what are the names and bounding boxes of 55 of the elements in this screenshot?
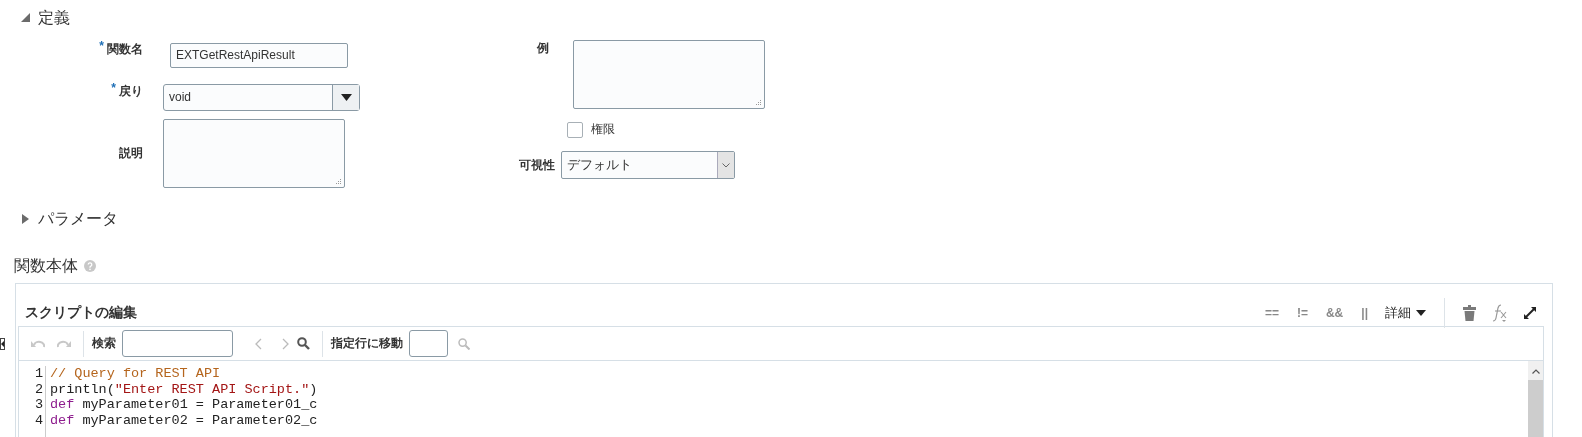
- previous-icon[interactable]: [255, 337, 262, 350]
- dropdown[interactable]: デフォルト: [561, 151, 735, 179]
- caret-icon: [1416, 310, 1426, 316]
- editor-title: スクリプトの編集: [25, 304, 137, 322]
- field-label: 可視性: [519, 157, 555, 172]
- help-icon[interactable]: [84, 260, 96, 272]
- splitter-handle-icon[interactable]: [0, 338, 5, 350]
- line-number: 2: [33, 381, 43, 397]
- checkbox-label: 権限: [591, 121, 615, 138]
- resize-grip-icon[interactable]: [333, 178, 342, 185]
- code-editor[interactable]: 1 2 3 4 // Query for REST API println("Enter REST API Script.") def myParameter01 = Parameter01_c def myParameter02 = Parameter02_c: [19, 361, 1543, 437]
- chevron-icon[interactable]: [722, 162, 730, 168]
- search-icon[interactable]: [297, 337, 310, 350]
- field-label: 戻り: [119, 84, 143, 98]
- collapse-icon[interactable]: [20, 12, 31, 24]
- field-label: 関数名: [107, 42, 143, 56]
- dropdown[interactable]: void: [163, 83, 360, 111]
- search-label: 検索: [92, 335, 116, 352]
- line-number: 1: [33, 366, 43, 382]
- scrollbar-thumb[interactable]: [1528, 380, 1543, 437]
- required-mark: *: [111, 81, 116, 95]
- text-area[interactable]: [163, 119, 345, 188]
- code-line: def myParameter02 = Parameter02_c: [50, 412, 319, 428]
- expand-icon[interactable]: [1524, 307, 1536, 319]
- line-number: 3: [33, 397, 43, 413]
- scroll-up-icon[interactable]: [1531, 369, 1540, 374]
- trash-icon[interactable]: [1463, 305, 1476, 321]
- section-title: 関数本体: [14, 255, 78, 276]
- line-number-field[interactable]: [409, 330, 448, 357]
- function-icon[interactable]: [1492, 304, 1508, 322]
- section-title[interactable]: パラメータ: [38, 208, 118, 230]
- field-label: 説明: [119, 146, 143, 160]
- operator-button[interactable]: ||: [1352, 306, 1377, 320]
- code-line: def myParameter01 = Parameter01_c: [50, 397, 319, 413]
- line-number: 4: [33, 412, 43, 428]
- caret-icon[interactable]: [340, 93, 352, 101]
- code-line: // Query for REST API: [50, 366, 222, 382]
- checkbox[interactable]: [567, 121, 583, 138]
- go-to-line-label: 指定行に移動: [331, 335, 403, 352]
- redo-icon[interactable]: [57, 338, 71, 349]
- operator-button[interactable]: ==: [1255, 306, 1288, 320]
- field-label: 例: [537, 41, 549, 55]
- undo-icon[interactable]: [31, 338, 45, 349]
- next-icon[interactable]: [282, 337, 289, 350]
- search-field[interactable]: [122, 330, 233, 357]
- operator-button[interactable]: !=: [1287, 306, 1317, 320]
- scrollbar[interactable]: [1528, 361, 1543, 437]
- more-menu[interactable]: 詳細: [1377, 304, 1434, 322]
- text-field[interactable]: EXTGetRestApiResult: [170, 42, 348, 68]
- required-mark: *: [99, 39, 104, 53]
- text-area[interactable]: [573, 40, 765, 109]
- section-title[interactable]: 定義: [38, 7, 70, 29]
- operator-button[interactable]: &&: [1316, 306, 1353, 320]
- code-line: println("Enter REST API Script."): [50, 381, 319, 397]
- resize-grip-icon[interactable]: [753, 99, 762, 106]
